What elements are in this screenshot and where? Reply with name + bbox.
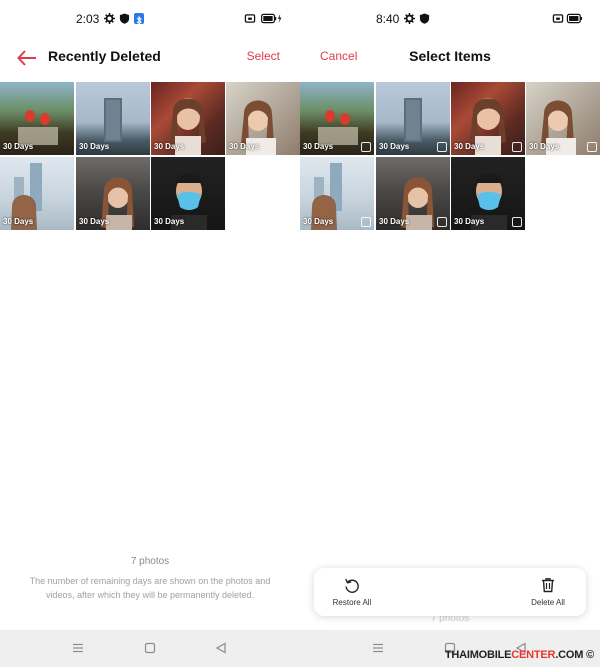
- back-arrow-icon[interactable]: [16, 47, 38, 69]
- photo-count: 7 photos: [130, 556, 170, 567]
- menu-icon[interactable]: [372, 642, 384, 654]
- retention-note: The number of remaining days are shown o…: [29, 576, 271, 600]
- shield-icon: [419, 13, 430, 24]
- days-remaining-label: 30 Days: [379, 142, 410, 151]
- gear-icon: [104, 13, 115, 24]
- photo-thumbnail[interactable]: 30 Days: [151, 82, 225, 155]
- photo-thumbnail[interactable]: 30 Days: [300, 157, 374, 230]
- photo-thumbnail[interactable]: 30 Days: [151, 157, 225, 230]
- days-remaining-label: 30 Days: [154, 217, 185, 226]
- delete-all-label: Delete All: [531, 598, 565, 607]
- recently-deleted-screen: 2:03 Recently Deleted Select 30 Days 30 …: [0, 0, 300, 667]
- photo-thumbnail[interactable]: 30 Days: [451, 82, 525, 155]
- photo-thumbnail[interactable]: 30 Days: [76, 157, 150, 230]
- days-remaining-label: 30 Days: [3, 217, 34, 226]
- select-button[interactable]: Select: [247, 49, 280, 63]
- days-remaining-label: 30 Days: [3, 142, 34, 151]
- status-bar: 8:40: [300, 0, 600, 38]
- navigation-bar: [0, 630, 300, 667]
- battery-icon: [566, 13, 582, 24]
- watermark-part1: THAIMOBILE: [444, 649, 512, 661]
- page-title: Recently Deleted: [48, 48, 161, 64]
- photo-thumbnail[interactable]: 30 Days: [0, 82, 74, 155]
- days-remaining-label: 30 Days: [79, 142, 110, 151]
- watermark: THAIMOBILECENTER.COM ©: [445, 649, 594, 661]
- gear-icon: [404, 13, 415, 24]
- photo-thumbnail[interactable]: 30 Days: [226, 82, 300, 155]
- triangle-back-icon[interactable]: [215, 642, 227, 654]
- trash-icon: [542, 578, 554, 593]
- bluetooth-icon: [134, 13, 144, 26]
- restore-all-button[interactable]: Restore All: [314, 568, 390, 616]
- delete-all-button[interactable]: Delete All: [510, 568, 586, 616]
- cast-icon: [552, 14, 564, 23]
- photo-thumbnail[interactable]: 30 Days: [376, 82, 450, 155]
- status-time: 8:40: [376, 12, 400, 26]
- days-remaining-label: 30 Days: [379, 217, 410, 226]
- menu-icon[interactable]: [72, 642, 84, 654]
- square-home-icon[interactable]: [144, 642, 156, 654]
- days-remaining-label: 30 Days: [303, 217, 334, 226]
- header: Cancel Select Items: [300, 38, 600, 82]
- selection-checkbox[interactable]: [437, 217, 447, 227]
- header: Recently Deleted Select: [0, 38, 300, 82]
- battery-icon: [261, 13, 282, 24]
- selection-checkbox[interactable]: [512, 142, 522, 152]
- restore-all-label: Restore All: [332, 598, 372, 607]
- photo-thumbnail[interactable]: 30 Days: [300, 82, 374, 155]
- copyright-icon: ©: [586, 649, 594, 661]
- selection-checkbox[interactable]: [512, 217, 522, 227]
- days-remaining-label: 30 Days: [79, 217, 110, 226]
- days-remaining-label: 30 Days: [229, 142, 260, 151]
- days-remaining-label: 30 Days: [454, 217, 485, 226]
- photo-thumbnail[interactable]: 30 Days: [526, 82, 600, 155]
- select-items-screen: 8:40 Cancel Select Items 30 Days 30 Days: [300, 0, 600, 667]
- page-title: Select Items: [409, 48, 491, 64]
- restore-icon: [345, 578, 359, 593]
- watermark-part3: .COM: [555, 649, 584, 661]
- cast-icon: [244, 14, 256, 23]
- photo-thumbnail[interactable]: 30 Days: [376, 157, 450, 230]
- selection-checkbox[interactable]: [361, 142, 371, 152]
- days-remaining-label: 30 Days: [529, 142, 560, 151]
- status-time: 2:03: [76, 12, 100, 26]
- selection-checkbox[interactable]: [437, 142, 447, 152]
- photo-thumbnail[interactable]: 30 Days: [0, 157, 74, 230]
- bulk-action-bar: Restore All Delete All: [314, 568, 586, 616]
- photo-thumbnail[interactable]: 30 Days: [451, 157, 525, 230]
- days-remaining-label: 30 Days: [303, 142, 334, 151]
- days-remaining-label: 30 Days: [154, 142, 185, 151]
- days-remaining-label: 30 Days: [454, 142, 485, 151]
- status-bar: 2:03: [0, 0, 300, 38]
- watermark-part2: CENTER: [511, 649, 556, 661]
- photo-thumbnail[interactable]: 30 Days: [76, 82, 150, 155]
- selection-checkbox[interactable]: [361, 217, 371, 227]
- shield-icon: [119, 13, 130, 24]
- selection-checkbox[interactable]: [587, 142, 597, 152]
